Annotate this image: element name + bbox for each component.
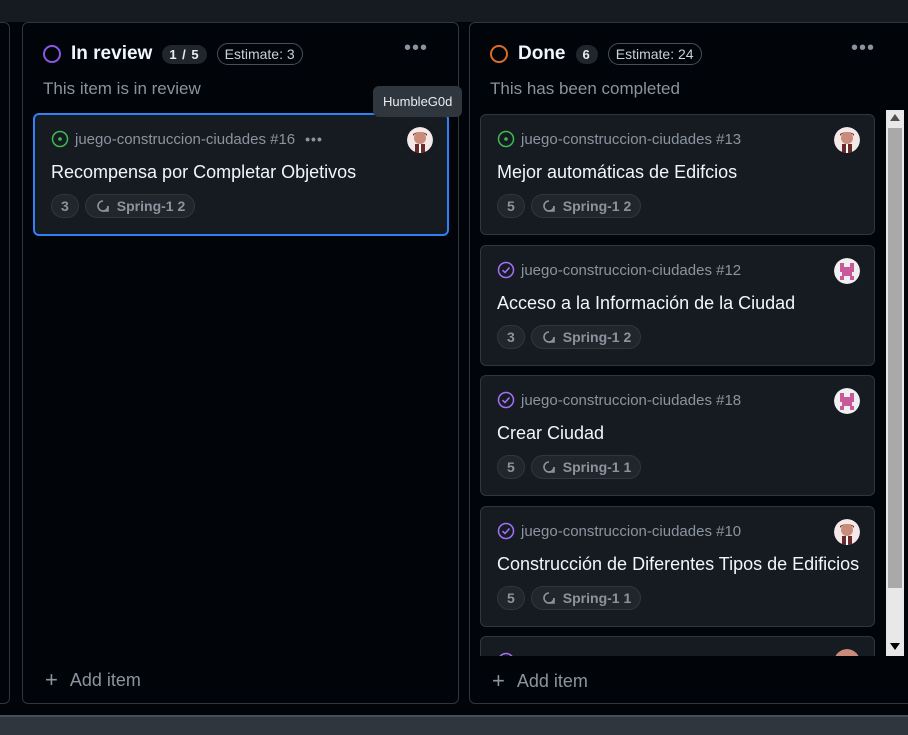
done-card-list[interactable]: juego-construccion-ciudades #13 Mejor au… <box>470 110 886 656</box>
points-chip: 3 <box>497 325 525 349</box>
add-item-button[interactable]: + Add item <box>492 668 588 694</box>
estimate-badge: Estimate: 24 <box>607 43 702 65</box>
item-counter: 6 <box>575 44 598 64</box>
scroll-thumb[interactable] <box>888 128 902 588</box>
avatar-tooltip: HumbleG0d <box>373 86 463 117</box>
card-title[interactable]: Crear Ciudad <box>497 423 604 444</box>
iteration-label: Spring-1 1 <box>562 459 632 475</box>
column-menu-kebab-icon[interactable]: ••• <box>404 37 428 60</box>
closed-issue-icon <box>497 391 515 409</box>
iteration-label: Spring-1 2 <box>562 329 632 345</box>
repo-issue-ref[interactable]: juego-construccion-ciudades #10 <box>521 523 741 540</box>
iteration-icon <box>543 461 555 473</box>
points-chip: 3 <box>51 194 79 218</box>
column-title: In review <box>71 43 153 64</box>
issue-card[interactable]: juego-construccion-ciudades #10 Construc… <box>480 506 875 627</box>
card-title[interactable]: Construcción de Diferentes Tipos de Edif… <box>497 554 859 575</box>
points-chip: 5 <box>497 194 525 218</box>
iteration-label: Spring-1 2 <box>116 198 186 214</box>
repo-issue-ref[interactable]: juego-construccion-ciudades #13 <box>521 131 741 148</box>
iteration-chip: Spring-1 2 <box>84 194 196 218</box>
points-chip: 5 <box>497 455 525 479</box>
card-meta: juego-construccion-ciudades #13 <box>497 130 741 148</box>
card-meta: juego-construccion-ciudades #12 <box>497 261 741 279</box>
status-circle-icon <box>43 45 61 63</box>
iteration-chip: Spring-1 2 <box>530 194 642 218</box>
card-title[interactable]: Mejor automáticas de Edifcios <box>497 162 737 183</box>
iteration-label: Spring-1 1 <box>562 590 632 606</box>
card-fields: 3 Spring-1 2 <box>497 325 642 349</box>
open-issue-icon <box>51 130 69 148</box>
closed-issue-icon <box>499 652 513 656</box>
repo-issue-ref[interactable]: juego-construccion-ciudades #16 <box>75 131 295 148</box>
iteration-label: Spring-1 2 <box>562 198 632 214</box>
column-in-review: In review 1 / 5 Estimate: 3 ••• This ite… <box>22 22 459 704</box>
points-chip: 5 <box>497 586 525 610</box>
card-meta: juego-construccion-ciudades #10 <box>497 522 741 540</box>
iteration-icon <box>543 331 555 343</box>
column-header: Done 6 Estimate: 24 <box>490 42 702 66</box>
add-item-label: Add item <box>69 669 141 690</box>
item-counter: 1 / 5 <box>162 44 207 64</box>
card-fields: 5 Spring-1 1 <box>497 586 642 610</box>
issue-card[interactable] <box>480 636 875 656</box>
card-fields: 5 Spring-1 1 <box>497 455 642 479</box>
iteration-icon <box>543 200 555 212</box>
closed-issue-icon <box>497 522 515 540</box>
repo-issue-ref[interactable]: juego-construccion-ciudades #12 <box>521 262 741 279</box>
plus-icon: + <box>492 668 505 693</box>
status-circle-icon <box>490 45 508 63</box>
estimate-badge: Estimate: 3 <box>216 43 303 65</box>
repo-issue-ref[interactable]: juego-construccion-ciudades #18 <box>521 392 741 409</box>
card-menu-kebab-icon[interactable]: ••• <box>305 131 323 147</box>
issue-card[interactable]: juego-construccion-ciudades #12 Acceso a… <box>480 245 875 366</box>
plus-icon: + <box>45 667 58 692</box>
issue-card[interactable]: juego-construccion-ciudades #18 Crear Ci… <box>480 375 875 496</box>
top-bar <box>0 0 908 22</box>
open-issue-icon <box>497 130 515 148</box>
issue-card[interactable]: juego-construccion-ciudades #13 Mejor au… <box>480 114 875 235</box>
avatar-humbleg0d[interactable] <box>834 519 860 545</box>
scroll-down-arrow-icon[interactable] <box>890 643 900 650</box>
closed-issue-icon <box>497 261 515 279</box>
iteration-icon <box>543 592 555 604</box>
card-title[interactable]: Recompensa por Completar Objetivos <box>51 162 356 183</box>
column-menu-kebab-icon[interactable]: ••• <box>851 37 875 60</box>
scroll-up-arrow-icon[interactable] <box>890 114 900 121</box>
iteration-chip: Spring-1 2 <box>530 325 642 349</box>
done-scrollbar[interactable] <box>886 110 904 656</box>
iteration-icon <box>97 200 109 212</box>
column-title: Done <box>518 43 566 64</box>
column-description: This item is in review <box>43 79 201 98</box>
avatar-humbleg0d[interactable] <box>834 127 860 153</box>
card-title[interactable]: Acceso a la Información de la Ciudad <box>497 293 795 314</box>
card-meta: juego-construccion-ciudades #18 <box>497 391 741 409</box>
iteration-chip: Spring-1 1 <box>530 586 642 610</box>
avatar-humbleg0d[interactable] <box>407 127 433 153</box>
avatar-pink-identicon[interactable] <box>834 388 860 414</box>
previous-column-edge <box>0 22 10 704</box>
card-meta <box>497 652 521 656</box>
issue-card[interactable]: juego-construccion-ciudades #16 ••• Reco… <box>33 113 449 236</box>
avatar-pink-identicon[interactable] <box>834 258 860 284</box>
iteration-chip: Spring-1 1 <box>530 455 642 479</box>
card-fields: 5 Spring-1 2 <box>497 194 642 218</box>
card-meta: juego-construccion-ciudades #16 ••• <box>51 130 323 148</box>
add-item-button[interactable]: + Add item <box>45 667 141 693</box>
card-fields: 3 Spring-1 2 <box>51 194 196 218</box>
avatar-humbleg0d[interactable] <box>834 649 860 656</box>
column-header: In review 1 / 5 Estimate: 3 <box>43 42 303 66</box>
add-item-label: Add item <box>516 670 588 691</box>
column-description: This has been completed <box>490 79 680 98</box>
horizontal-scrollbar[interactable] <box>0 715 908 735</box>
